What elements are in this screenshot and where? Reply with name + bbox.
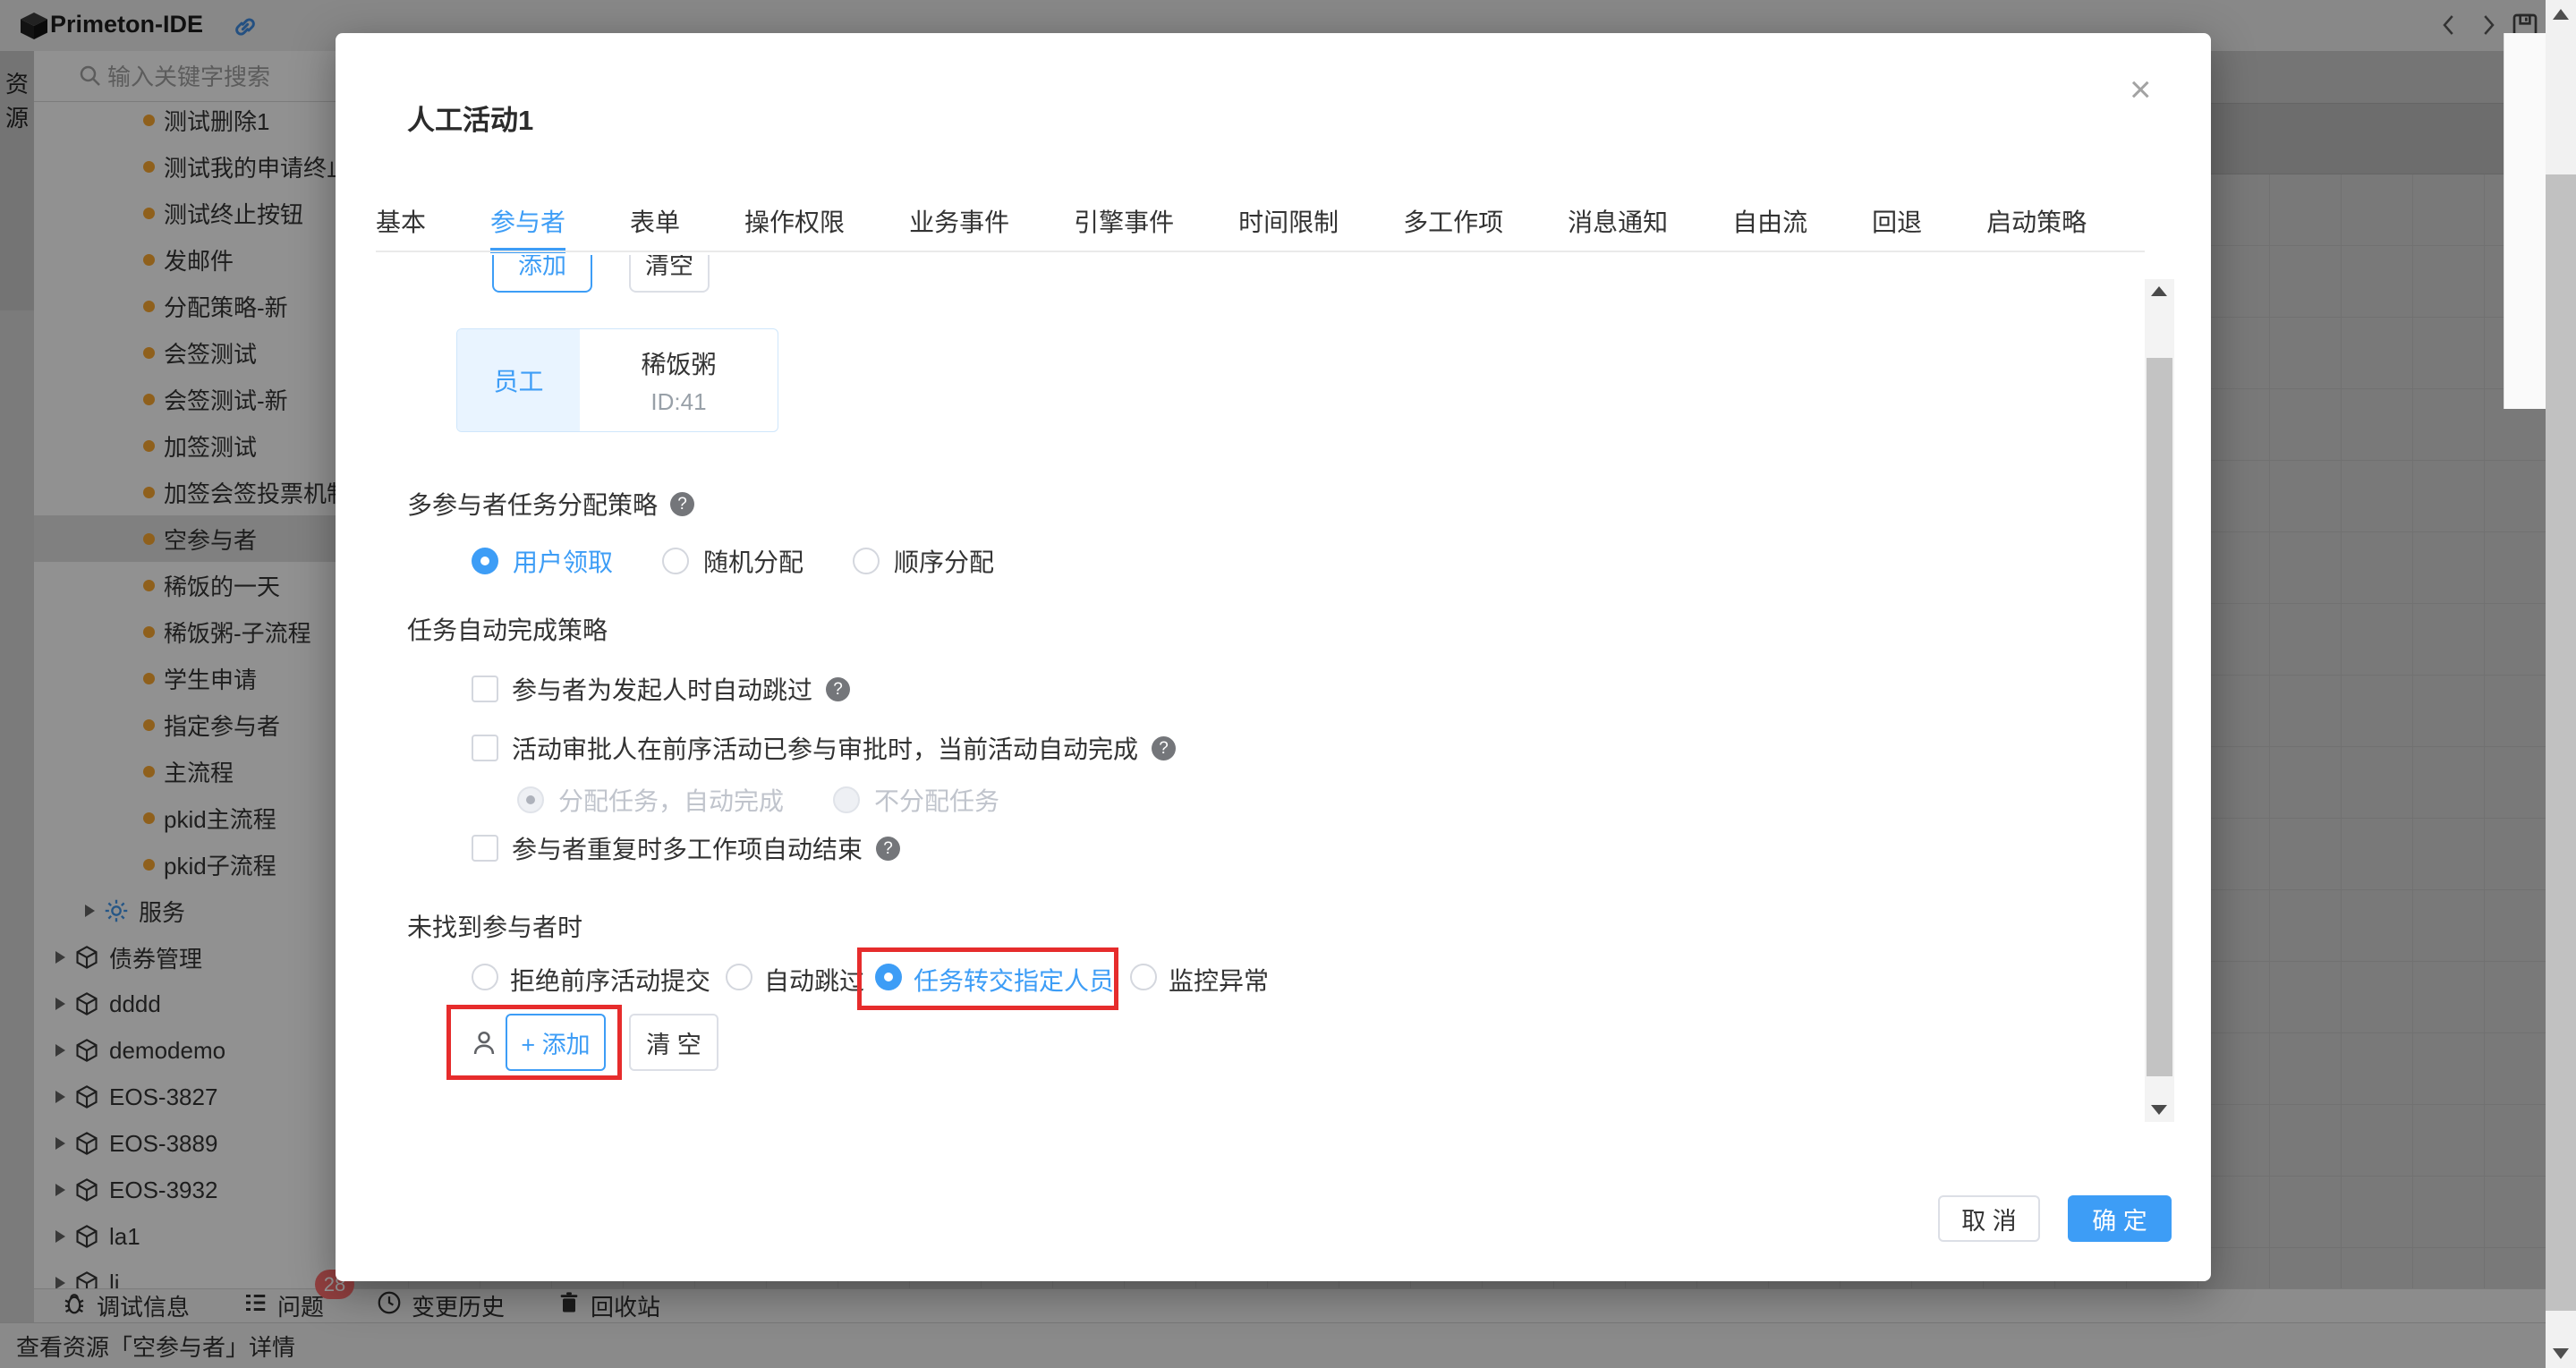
- help-icon[interactable]: [670, 492, 694, 516]
- assign-strategy-title: 多参与者任务分配策略: [407, 486, 658, 522]
- tab-start-strategy[interactable]: 启动策略: [1986, 203, 2087, 239]
- checkbox-multi-workitem-autoend[interactable]: [472, 835, 498, 862]
- dialog-scrollbar-thumb[interactable]: [2147, 358, 2172, 1076]
- tab-basic[interactable]: 基本: [376, 203, 426, 239]
- scroll-down-icon[interactable]: [2553, 1348, 2569, 1359]
- tab-free-flow[interactable]: 自由流: [1732, 203, 1807, 239]
- tab-rollback[interactable]: 回退: [1872, 203, 1922, 239]
- radio-no-assign-disabled: [833, 786, 860, 813]
- tab-engine-events[interactable]: 引擎事件: [1074, 203, 1174, 239]
- scroll-down-icon[interactable]: [2151, 1105, 2167, 1115]
- right-collapsed-panel[interactable]: [2504, 33, 2546, 409]
- tab-participants[interactable]: 参与者: [490, 203, 565, 239]
- assign-strategy-options: 用户领取 随机分配 顺序分配: [472, 543, 994, 579]
- add-assignee-button[interactable]: + 添加: [506, 1014, 606, 1071]
- participant-id: ID:41: [650, 388, 706, 416]
- activity-settings-dialog: 人工活动1 × 基本 参与者 表单 操作权限 业务事件 引擎事件 时间限制 多工…: [336, 33, 2211, 1281]
- duplicate-participant-row: 参与者重复时多工作项自动结束: [472, 830, 900, 866]
- screen: Primeton-IDE 资源 测试删除1 测试我的申请终止按 测试终止按钮 发…: [0, 0, 2576, 1368]
- dialog-scrollbar[interactable]: [2145, 279, 2174, 1122]
- scroll-up-icon[interactable]: [2553, 9, 2569, 20]
- tab-permissions[interactable]: 操作权限: [744, 203, 845, 239]
- checkbox-skip-initiator[interactable]: [472, 676, 498, 702]
- auto-complete-section: 任务自动完成策略: [407, 611, 608, 647]
- dialog-scroll-content: 添加 清空 员工 稀饭粥 ID:41 多参与者任务分配策略 用户领取 随机分配 …: [376, 255, 2145, 1096]
- person-icon: [469, 1028, 499, 1063]
- radio-auto-skip[interactable]: [726, 964, 752, 990]
- radio-sequential-assign[interactable]: [853, 548, 880, 574]
- help-icon[interactable]: [826, 677, 850, 701]
- tab-time-limit[interactable]: 时间限制: [1238, 203, 1339, 239]
- help-icon[interactable]: [1152, 736, 1176, 760]
- radio-user-claim[interactable]: [472, 548, 498, 574]
- checkbox-auto-complete-approved[interactable]: [472, 735, 498, 761]
- clipped-clear-button[interactable]: 清空: [629, 255, 710, 293]
- participant-name: 稀饭粥: [641, 345, 716, 381]
- page-scrollbar-thumb[interactable]: [2546, 174, 2576, 1311]
- help-icon[interactable]: [876, 837, 900, 861]
- not-found-title: 未找到参与者时: [407, 908, 582, 944]
- not-found-section: 未找到参与者时: [407, 908, 582, 944]
- not-found-options: 拒绝前序活动提交 自动跳过 任务转交指定人员 监控异常: [376, 962, 1360, 998]
- radio-random-assign[interactable]: [662, 548, 689, 574]
- participant-card[interactable]: 员工 稀饭粥 ID:41: [456, 328, 778, 432]
- close-icon[interactable]: ×: [2130, 71, 2152, 108]
- radio-monitor-exception[interactable]: [1130, 964, 1157, 990]
- radio-reject-previous[interactable]: [472, 964, 498, 990]
- tab-business-events[interactable]: 业务事件: [909, 203, 1009, 239]
- tab-notifications[interactable]: 消息通知: [1568, 203, 1668, 239]
- scroll-up-icon[interactable]: [2151, 286, 2167, 296]
- tab-multi-workitem[interactable]: 多工作项: [1403, 203, 1503, 239]
- dialog-tabs: 基本 参与者 表单 操作权限 业务事件 引擎事件 时间限制 多工作项 消息通知 …: [376, 203, 2087, 239]
- radio-transfer-to-assignee[interactable]: [875, 964, 902, 990]
- page-scrollbar[interactable]: [2546, 0, 2576, 1368]
- assign-strategy-section: 多参与者任务分配策略: [407, 486, 694, 522]
- auto-skip-initiator-row: 参与者为发起人时自动跳过: [472, 671, 850, 707]
- auto-complete-approved-row: 活动审批人在前序活动已参与审批时，当前活动自动完成: [472, 730, 1176, 766]
- assignee-actions-row: + 添加 清 空: [376, 1014, 913, 1076]
- auto-complete-title: 任务自动完成策略: [407, 611, 608, 647]
- participant-role: 员工: [457, 329, 580, 431]
- auto-complete-sub-options: 分配任务，自动完成 不分配任务: [517, 782, 999, 818]
- clipped-add-button[interactable]: 添加: [492, 255, 592, 293]
- cancel-button[interactable]: 取 消: [1938, 1195, 2040, 1242]
- confirm-button[interactable]: 确 定: [2068, 1195, 2172, 1242]
- clear-assignee-button[interactable]: 清 空: [629, 1014, 718, 1071]
- radio-assign-auto-complete-disabled: [517, 786, 544, 813]
- tabs-divider: [376, 251, 2145, 252]
- tab-form[interactable]: 表单: [630, 203, 680, 239]
- dialog-title: 人工活动1: [407, 98, 533, 138]
